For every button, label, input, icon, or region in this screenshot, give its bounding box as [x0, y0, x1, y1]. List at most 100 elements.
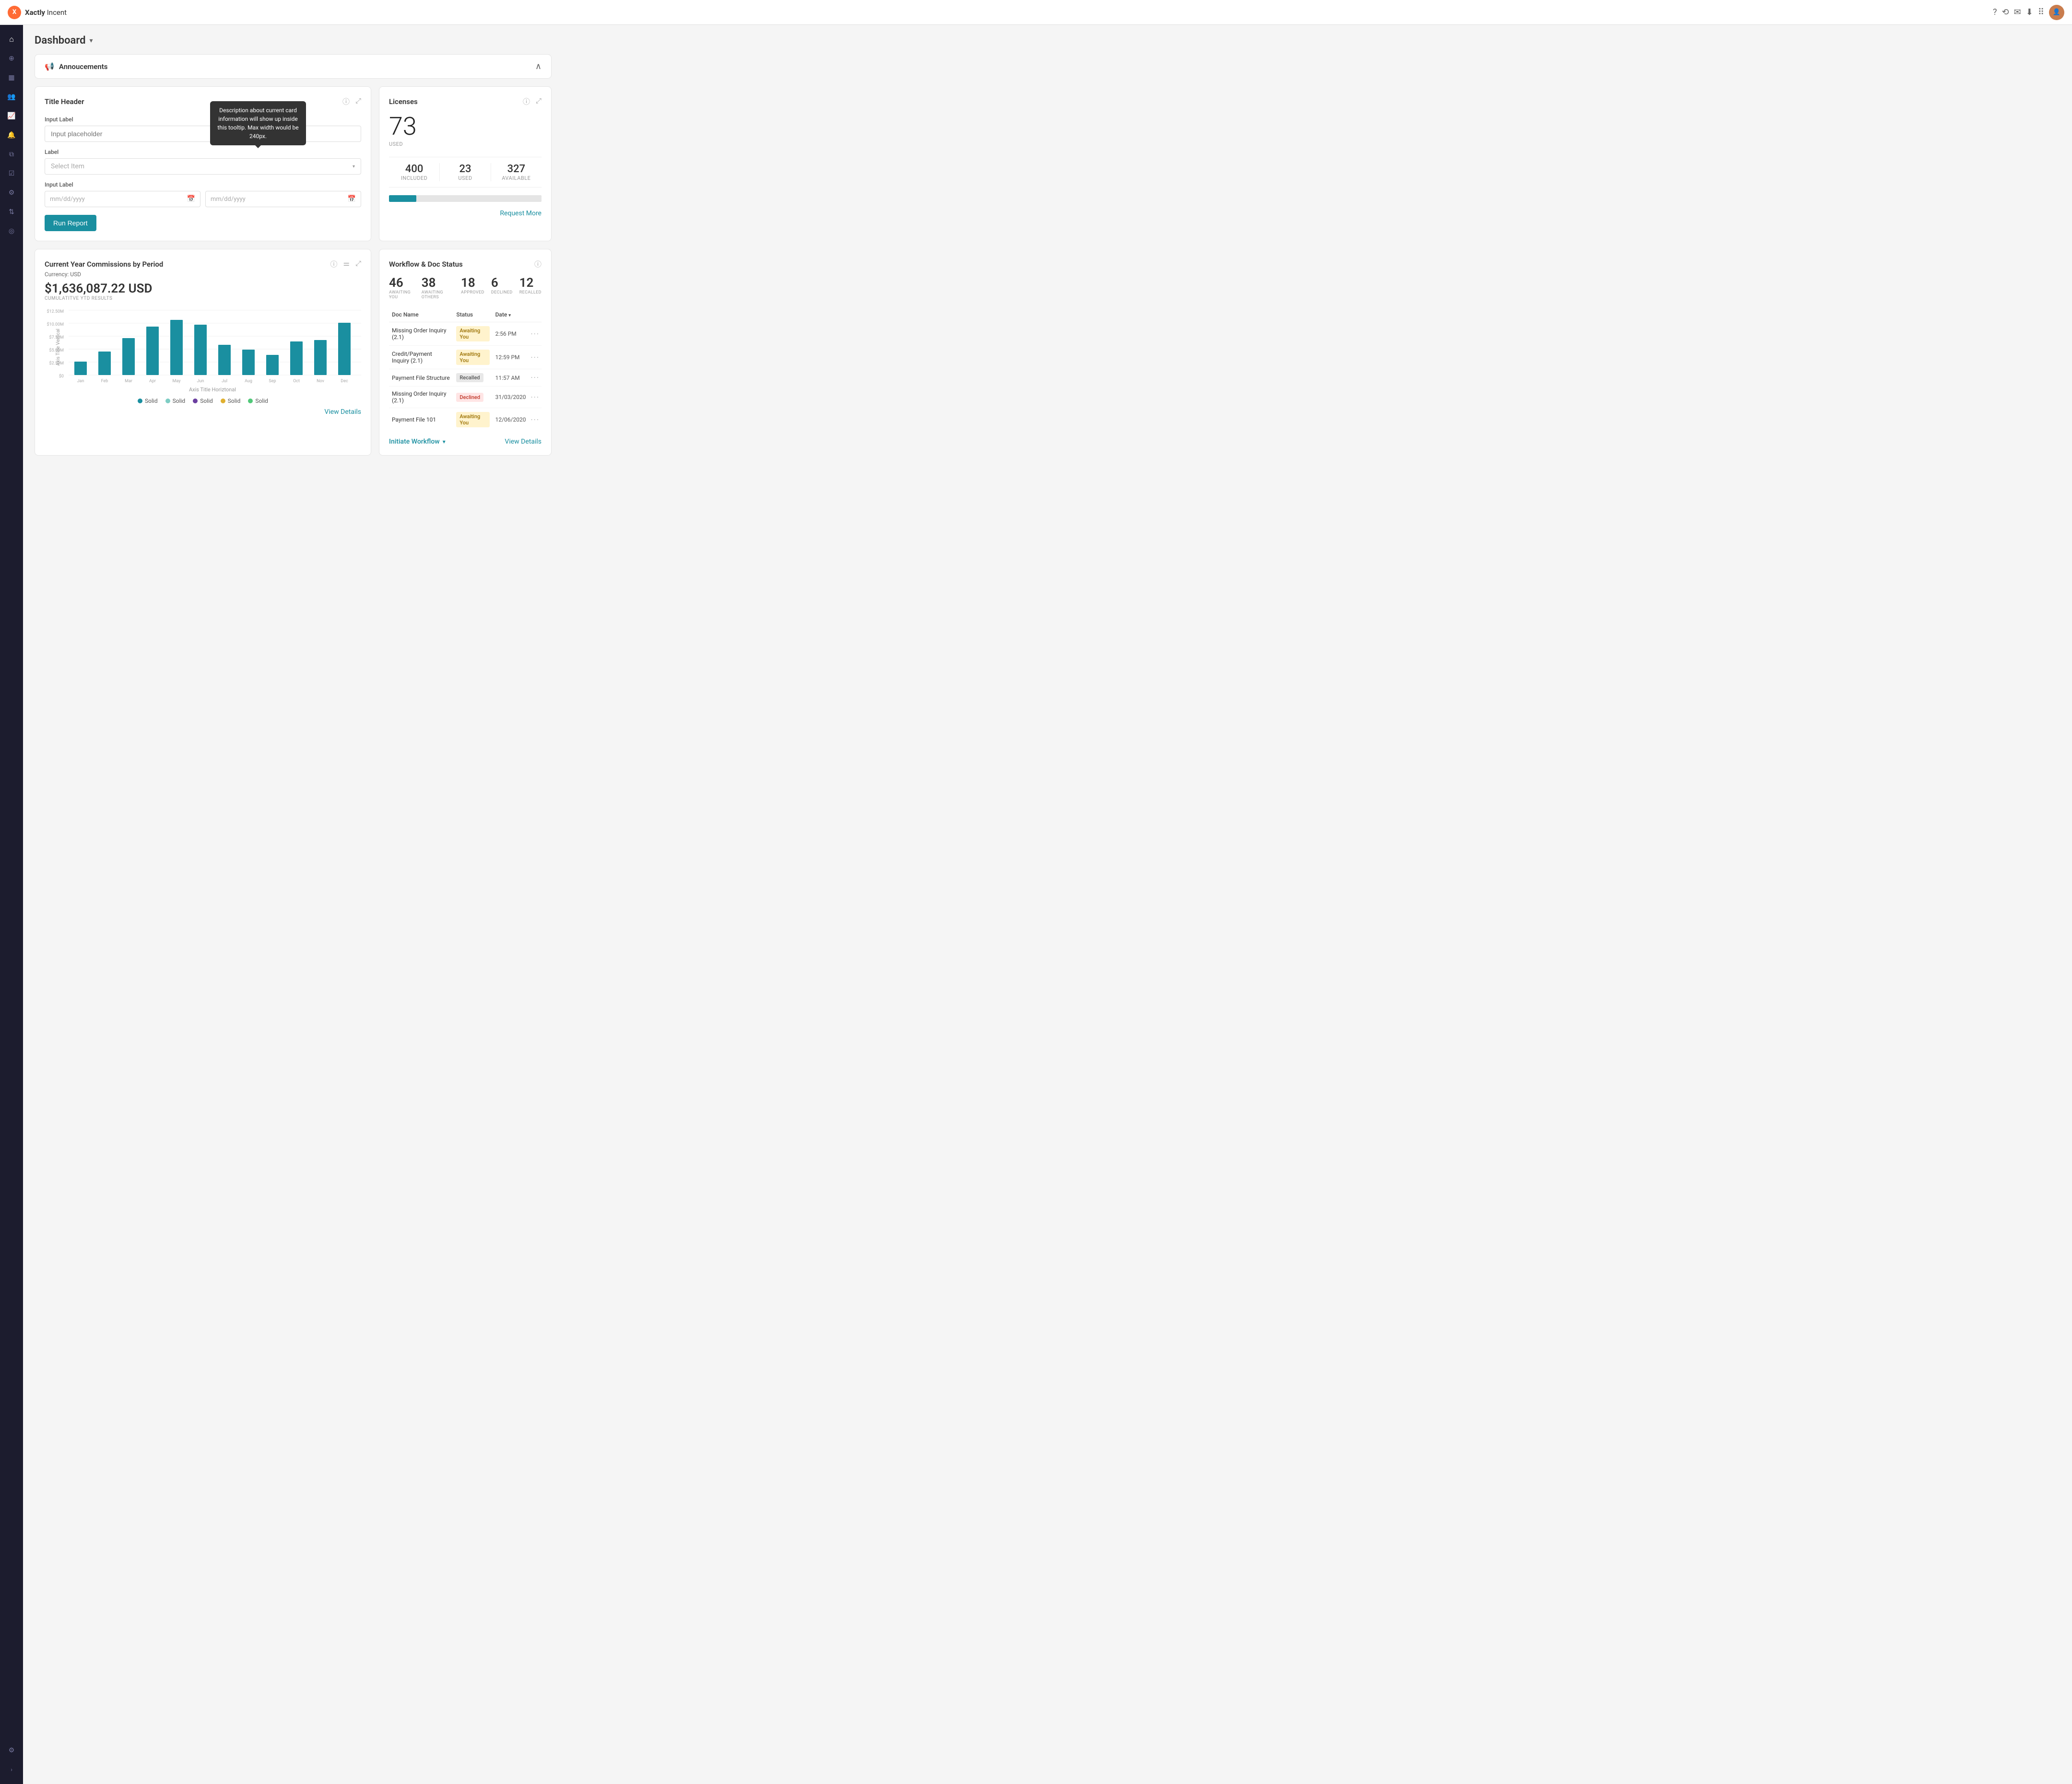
avatar[interactable]: 👤	[2049, 5, 2064, 20]
svg-text:$12.50M: $12.50M	[47, 309, 64, 314]
wf-stat-approved: 18 APPROVED	[461, 276, 484, 300]
status-badge: Awaiting You	[456, 326, 489, 341]
run-report-button[interactable]: Run Report	[45, 215, 96, 231]
date-input-1[interactable]: mm/dd/yyyy 📅	[45, 191, 200, 207]
row-actions[interactable]: ···	[529, 387, 542, 408]
select-wrapper[interactable]: Select Item ▾	[45, 158, 361, 175]
announcements-collapse[interactable]: ∧	[535, 61, 542, 71]
table-row: Missing Order Inquiry (2.1) Declined 31/…	[389, 387, 542, 408]
commissions-info-icon[interactable]: ⓘ	[330, 259, 338, 269]
row-status: Declined	[453, 387, 492, 408]
wf-stat-val-2: 18	[461, 276, 484, 290]
row-date: 12:59 PM	[493, 346, 529, 369]
commissions-view-details[interactable]: View Details	[45, 408, 361, 416]
announcement-icon: 📢	[45, 62, 54, 71]
bottom-grid: Current Year Commissions by Period ⓘ ⚌ ⤢…	[35, 249, 552, 456]
row-actions[interactable]: ···	[529, 369, 542, 387]
sidebar-item-layers[interactable]: ⧉	[3, 146, 20, 163]
sidebar-item-network[interactable]: ◎	[3, 223, 20, 240]
sidebar-expand[interactable]: ›	[3, 1761, 20, 1778]
svg-text:Mar: Mar	[125, 379, 132, 384]
x-axis-label: Axis Title Horiztonal	[64, 387, 361, 393]
date-inputs: mm/dd/yyyy 📅 mm/dd/yyyy 📅	[45, 191, 361, 207]
wf-stat-label-0: AWAITING YOU	[389, 290, 415, 300]
commissions-card: Current Year Commissions by Period ⓘ ⚌ ⤢…	[35, 249, 371, 456]
svg-text:Feb: Feb	[101, 379, 108, 384]
commissions-expand-icon[interactable]: ⤢	[355, 259, 361, 269]
text-input[interactable]	[45, 126, 361, 142]
expand-icon[interactable]: ⤢	[355, 96, 361, 106]
row-status: Recalled	[453, 369, 492, 387]
sidebar-item-org[interactable]: ⊕	[3, 50, 20, 67]
licenses-header: Licenses ⓘ ⤢	[389, 96, 542, 106]
available-value: 327	[491, 163, 542, 175]
info-icon[interactable]: ⓘ	[342, 96, 350, 106]
sidebar-item-configure[interactable]: ⚙	[3, 184, 20, 201]
date-input-2[interactable]: mm/dd/yyyy 📅	[205, 191, 361, 207]
row-status: Awaiting You	[453, 408, 492, 432]
help-icon[interactable]: ?	[1993, 7, 1997, 17]
licenses-card: Licenses ⓘ ⤢ 73 USED 400 INCLUDED 23 USE…	[379, 86, 552, 241]
row-actions[interactable]: ···	[529, 408, 542, 432]
chart-legend: Solid Solid Solid Solid Solid	[45, 398, 361, 404]
wf-stat-awaiting-you: 46 AWAITING YOU	[389, 276, 415, 300]
svg-text:Nov: Nov	[317, 379, 324, 384]
table-row: Missing Order Inquiry (2.1) Awaiting You…	[389, 322, 542, 346]
sidebar-item-table[interactable]: ▦	[3, 69, 20, 86]
sidebar-item-tasks[interactable]: ☑	[3, 165, 20, 182]
workflow-view-details[interactable]: View Details	[505, 438, 542, 446]
tooltip: Description about current card informati…	[210, 101, 306, 145]
svg-text:$0: $0	[59, 374, 64, 379]
sidebar-item-settings[interactable]: ⚙	[3, 1742, 20, 1759]
status-badge: Awaiting You	[456, 350, 489, 365]
sidebar-item-bell[interactable]: 🔔	[3, 127, 20, 144]
wf-stat-val-4: 12	[519, 276, 542, 290]
chart-container: Axis Title Vertical $12.50M $10.00M $7.5…	[45, 308, 361, 387]
calendar-icon: 📅	[187, 195, 195, 203]
workflow-stats: 46 AWAITING YOU 38 AWAITING OTHERS 18 AP…	[389, 276, 542, 300]
commissions-header: Current Year Commissions by Period ⓘ ⚌ ⤢	[45, 259, 361, 269]
sidebar-item-chart[interactable]: 📈	[3, 107, 20, 125]
svg-text:Jul: Jul	[222, 379, 227, 384]
svg-text:$10.00M: $10.00M	[47, 322, 64, 327]
workflow-title: Workflow & Doc Status	[389, 260, 463, 269]
available-label: AVAILABLE	[491, 175, 542, 181]
licenses-expand-icon[interactable]: ⤢	[536, 96, 542, 106]
row-actions[interactable]: ···	[529, 322, 542, 346]
svg-text:Aug: Aug	[245, 379, 252, 384]
wf-stat-val-3: 6	[491, 276, 513, 290]
svg-text:Oct: Oct	[293, 379, 300, 384]
col-doc-name: Doc Name	[389, 307, 453, 322]
request-more-link[interactable]: Request More	[389, 210, 542, 217]
table-row: Payment File 101 Awaiting You 12/06/2020…	[389, 408, 542, 432]
used2-value: 23	[440, 163, 490, 175]
brand-name: Xactly Incent	[25, 8, 67, 17]
row-doc-name: Missing Order Inquiry (2.1)	[389, 387, 453, 408]
licenses-info-icon[interactable]: ⓘ	[523, 96, 530, 106]
row-doc-name: Payment File 101	[389, 408, 453, 432]
row-actions[interactable]: ···	[529, 346, 542, 369]
commissions-currency: Currency: USD	[45, 271, 361, 278]
commissions-filter-icon[interactable]: ⚌	[343, 259, 350, 269]
sidebar: ⌂ ⊕ ▦ 👥 📈 🔔 ⧉ ☑ ⚙ ⇅ ◎ ⚙ ›	[0, 25, 23, 1784]
download-icon[interactable]: ⬇	[2026, 7, 2033, 17]
workflow-info-icon[interactable]: ⓘ	[534, 259, 542, 269]
row-doc-name: Payment File Structure	[389, 369, 453, 387]
wf-stat-val-0: 46	[389, 276, 415, 290]
sidebar-item-transfer[interactable]: ⇅	[3, 203, 20, 221]
wf-stat-label-3: DECLINED	[491, 290, 513, 295]
sidebar-item-home[interactable]: ⌂	[3, 31, 20, 48]
announcements-title: Annoucements	[59, 62, 108, 71]
included-label: INCLUDED	[389, 175, 439, 181]
page-title-row: Dashboard ▾	[35, 35, 552, 47]
svg-text:May: May	[173, 379, 181, 384]
title-header-header: Title Header ⓘ ⤢	[45, 96, 361, 106]
apps-icon[interactable]: ⠿	[2038, 7, 2044, 17]
mail-icon[interactable]: ✉	[2014, 7, 2021, 17]
legend-item-1: Solid	[138, 398, 158, 404]
history-icon[interactable]: ⟲	[2002, 7, 2009, 17]
sidebar-item-people[interactable]: 👥	[3, 88, 20, 106]
col-date[interactable]: Date ▾	[493, 307, 529, 322]
initiate-workflow-button[interactable]: Initiate Workflow ▾	[389, 438, 446, 446]
status-badge: Recalled	[456, 373, 483, 382]
